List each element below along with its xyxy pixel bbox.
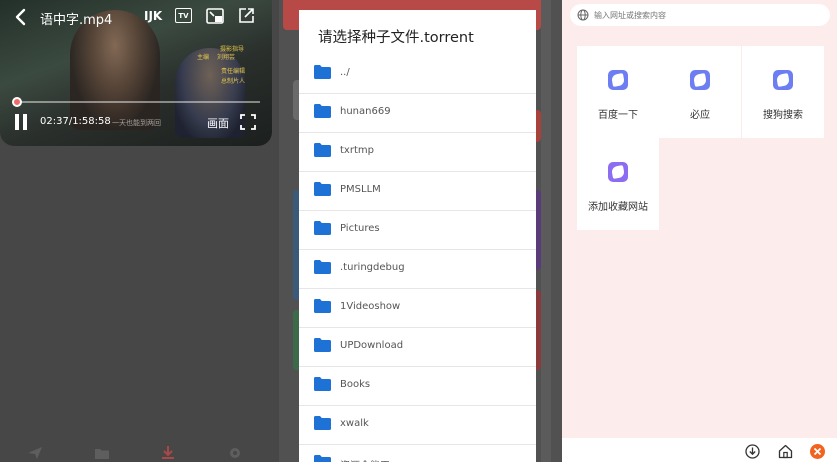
- video-credit: 总制片人: [221, 78, 246, 85]
- folder-row[interactable]: ../: [299, 55, 536, 94]
- decoder-toggle[interactable]: IJK: [144, 9, 162, 23]
- fullscreen-icon[interactable]: [240, 114, 256, 130]
- folder-icon: [314, 338, 331, 352]
- address-bar[interactable]: [570, 4, 830, 26]
- folder-icon: [314, 416, 331, 430]
- site-tile-sogou[interactable]: 搜狗搜索: [742, 46, 824, 138]
- folder-name: ../: [340, 67, 350, 78]
- folder-icon: [314, 221, 331, 235]
- send-icon[interactable]: [28, 447, 42, 459]
- folder-icon: [314, 104, 331, 118]
- folder-row[interactable]: .turingdebug: [299, 250, 536, 289]
- site-label: 添加收藏网站: [588, 202, 648, 213]
- folder-name: xwalk: [340, 418, 369, 429]
- close-icon[interactable]: [810, 444, 825, 459]
- folder-name: .turingdebug: [340, 262, 405, 273]
- gear-icon[interactable]: [228, 446, 242, 460]
- video-player-app: 主编 刘翔芸 摄影指导 责任编辑 总制片人 语中字.mp4 IJK TV 02:…: [0, 0, 279, 462]
- add-favorite-icon: [608, 162, 628, 182]
- folder-row[interactable]: hunan669: [299, 94, 536, 133]
- back-arrow-icon[interactable]: [12, 7, 30, 27]
- video-credit: 摄影指导: [220, 46, 245, 53]
- video-file-title: 语中字.mp4: [40, 13, 113, 28]
- dialog-title: 请选择种子文件.torrent: [318, 30, 474, 46]
- folder-name: UPDownload: [340, 340, 404, 351]
- screen: 主编 刘翔芸 摄影指导 责任编辑 总制片人 语中字.mp4 IJK TV 02:…: [0, 0, 837, 462]
- site-tile-bing[interactable]: 必应: [659, 46, 741, 138]
- folder-name: 1Videoshow: [340, 301, 401, 312]
- folder-row[interactable]: 1Videoshow: [299, 289, 536, 328]
- folder-row[interactable]: xwalk: [299, 406, 536, 445]
- folder-icon: [314, 65, 331, 79]
- folder-icon: [314, 299, 331, 313]
- globe-icon: [577, 9, 589, 21]
- open-external-icon[interactable]: [238, 7, 255, 24]
- folder-row[interactable]: PMSLLM: [299, 172, 536, 211]
- bing-site-icon: [690, 70, 710, 90]
- background-divider: [541, 0, 551, 462]
- bottom-nav-faded: [0, 440, 272, 462]
- cast-tv-icon[interactable]: TV: [175, 8, 192, 23]
- folder-list: ../ hunan669 txrtmp PMSLLM Pictures .turingde…: [299, 55, 536, 462]
- video-surface[interactable]: 主编 刘翔芸 摄影指导 责任编辑 总制片人 语中字.mp4 IJK TV 02:…: [0, 0, 272, 146]
- browser-app: 百度一下 必应 搜狗搜索 添加收藏网站: [562, 0, 837, 462]
- folder-icon: [314, 377, 331, 391]
- playback-time: 02:37/1:58:58: [40, 116, 111, 127]
- site-tile-add-favorite[interactable]: 添加收藏网站: [577, 138, 659, 230]
- file-chooser-app: 请选择种子文件.torrent ../ hunan669 txrtmp PMSLLM P…: [279, 0, 562, 462]
- site-label: 搜狗搜索: [763, 110, 803, 121]
- folder-name: hunan669: [340, 106, 391, 117]
- pause-button[interactable]: [14, 114, 28, 130]
- sogou-site-icon: [773, 70, 793, 90]
- folder-name: Pictures: [340, 223, 380, 234]
- folder-icon: [314, 182, 331, 196]
- picture-in-picture-icon[interactable]: [206, 8, 224, 24]
- folder-row[interactable]: UPDownload: [299, 328, 536, 367]
- folder-row[interactable]: txrtmp: [299, 133, 536, 172]
- folder-row[interactable]: 资源全能王: [299, 445, 536, 462]
- download-icon[interactable]: [161, 446, 175, 460]
- baidu-site-icon: [608, 70, 628, 90]
- video-credit: 刘翔芸: [217, 54, 236, 61]
- folder-name: PMSLLM: [340, 184, 381, 195]
- site-label: 必应: [690, 110, 710, 121]
- browser-bottom-bar: [562, 438, 837, 462]
- seek-bar-handle[interactable]: [12, 97, 23, 107]
- folder-icon: [314, 455, 331, 462]
- home-icon[interactable]: [778, 444, 793, 459]
- site-tile-baidu[interactable]: 百度一下: [577, 46, 659, 138]
- download-circle-icon[interactable]: [745, 444, 760, 459]
- video-credit: 责任编辑: [221, 68, 246, 75]
- folder-row[interactable]: Books: [299, 367, 536, 406]
- url-search-input[interactable]: [594, 7, 814, 23]
- torrent-file-dialog: 请选择种子文件.torrent ../ hunan669 txrtmp PMSLLM P…: [299, 10, 536, 462]
- video-credit: 主编: [197, 54, 210, 61]
- folder-name: Books: [340, 379, 371, 390]
- folder-icon[interactable]: [95, 447, 109, 459]
- folder-icon: [314, 260, 331, 274]
- folder-name: txrtmp: [340, 145, 374, 156]
- folder-row[interactable]: Pictures: [299, 211, 536, 250]
- player-top-bar: 语中字.mp4 IJK TV: [0, 0, 272, 34]
- folder-name: 资源全能王: [340, 457, 390, 462]
- video-subtitle: 一天也能到两回: [112, 119, 161, 127]
- folder-icon: [314, 143, 331, 157]
- aspect-ratio-button[interactable]: 画面: [207, 115, 229, 131]
- seek-bar[interactable]: [12, 97, 260, 107]
- site-label: 百度一下: [598, 110, 638, 121]
